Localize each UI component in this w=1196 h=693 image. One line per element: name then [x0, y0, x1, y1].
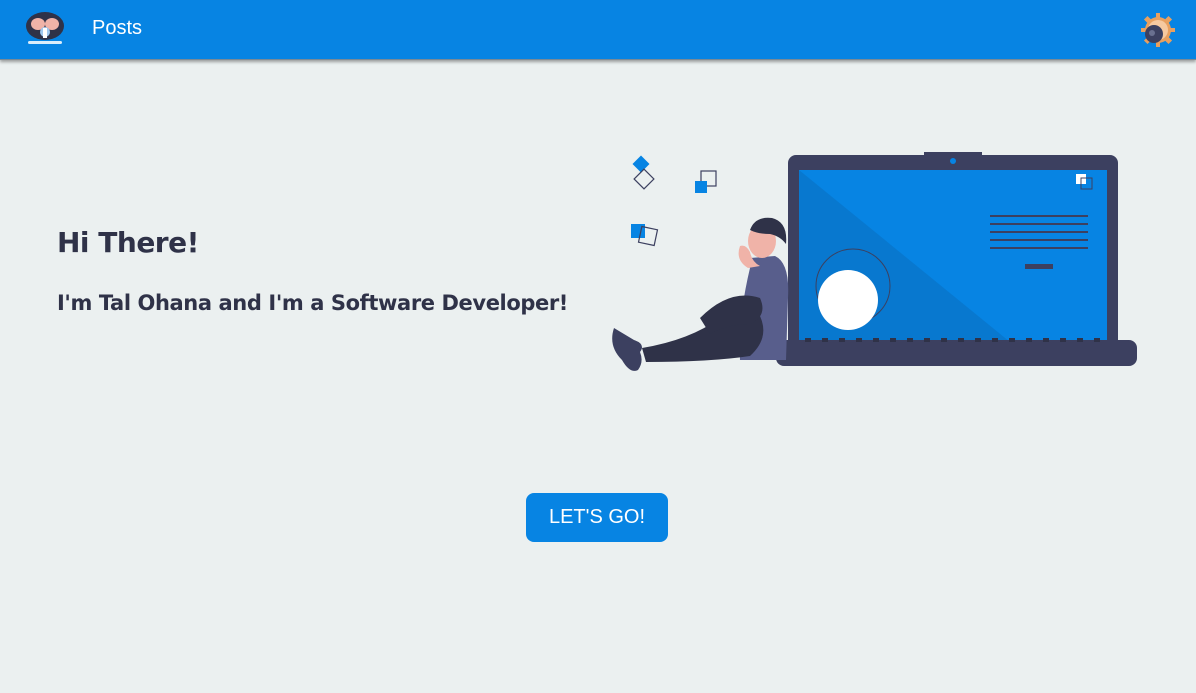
hero-greeting: Hi There!: [57, 226, 199, 259]
developer-laptop-illustration: [600, 148, 1145, 378]
top-navbar: Posts: [0, 0, 1196, 60]
gear-avatar-icon[interactable]: [1140, 12, 1176, 48]
lets-go-button[interactable]: LET'S GO!: [526, 493, 668, 542]
hero-intro: I'm Tal Ohana and I'm a Software Develop…: [57, 291, 568, 315]
astronaut-logo-icon[interactable]: [24, 10, 66, 48]
nav-posts-link[interactable]: Posts: [92, 17, 142, 39]
